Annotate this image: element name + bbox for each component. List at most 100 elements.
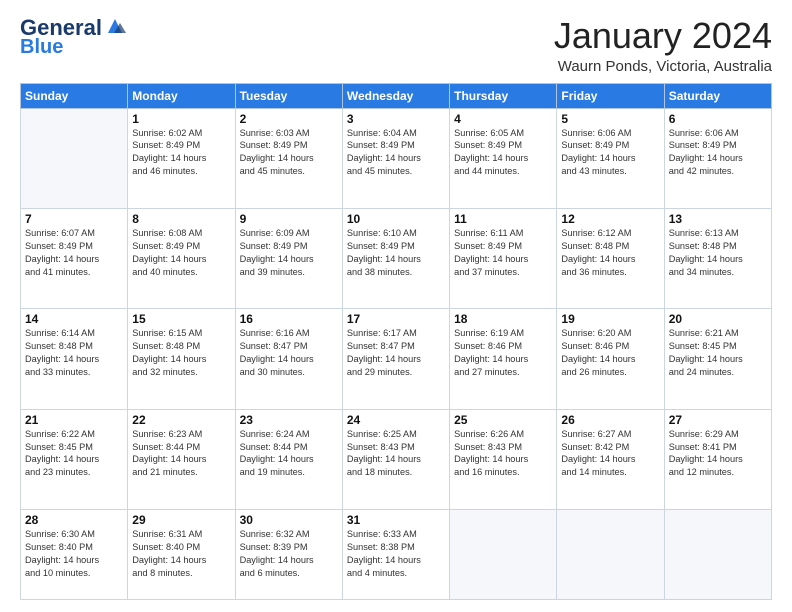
cell-info-line: Daylight: 14 hours (132, 554, 230, 567)
cell-info-line: Sunrise: 6:10 AM (347, 227, 445, 240)
calendar-cell: 30Sunrise: 6:32 AMSunset: 8:39 PMDayligh… (235, 510, 342, 600)
cell-info-line: Daylight: 14 hours (454, 353, 552, 366)
weekday-header: Tuesday (235, 83, 342, 108)
cell-info-line: and 8 minutes. (132, 567, 230, 580)
cell-info-line: Sunset: 8:48 PM (132, 340, 230, 353)
day-number: 31 (347, 513, 445, 527)
cell-info-line: Sunset: 8:40 PM (132, 541, 230, 554)
calendar-cell: 4Sunrise: 6:05 AMSunset: 8:49 PMDaylight… (450, 108, 557, 208)
cell-info-line: Daylight: 14 hours (240, 554, 338, 567)
cell-info-line: Sunrise: 6:03 AM (240, 127, 338, 140)
cell-info-line: and 26 minutes. (561, 366, 659, 379)
weekday-header: Friday (557, 83, 664, 108)
cell-info-line: and 33 minutes. (25, 366, 123, 379)
cell-info-line: Sunrise: 6:32 AM (240, 528, 338, 541)
cell-info-line: and 12 minutes. (669, 466, 767, 479)
cell-info-line: and 41 minutes. (25, 266, 123, 279)
cell-info-line: Sunrise: 6:24 AM (240, 428, 338, 441)
calendar-cell: 29Sunrise: 6:31 AMSunset: 8:40 PMDayligh… (128, 510, 235, 600)
logo-blue: Blue (20, 36, 63, 58)
day-number: 29 (132, 513, 230, 527)
cell-info-line: Sunrise: 6:09 AM (240, 227, 338, 240)
calendar-cell (664, 510, 771, 600)
cell-info-line: Daylight: 14 hours (132, 253, 230, 266)
title-block: January 2024 Waurn Ponds, Victoria, Aust… (554, 16, 772, 75)
cell-info-line: and 45 minutes. (240, 165, 338, 178)
cell-info-line: Sunset: 8:49 PM (347, 240, 445, 253)
calendar-week-row: 7Sunrise: 6:07 AMSunset: 8:49 PMDaylight… (21, 208, 772, 308)
page: General Blue January 2024 Waurn Ponds, V… (0, 0, 792, 612)
cell-info-line: and 10 minutes. (25, 567, 123, 580)
cell-info-line: and 23 minutes. (25, 466, 123, 479)
cell-info-line: Daylight: 14 hours (561, 353, 659, 366)
cell-info-line: Sunset: 8:49 PM (347, 139, 445, 152)
cell-info-line: Daylight: 14 hours (561, 253, 659, 266)
cell-info-line: Sunset: 8:49 PM (240, 139, 338, 152)
cell-info-line: Sunset: 8:49 PM (132, 139, 230, 152)
calendar-cell: 22Sunrise: 6:23 AMSunset: 8:44 PMDayligh… (128, 409, 235, 509)
cell-info-line: and 45 minutes. (347, 165, 445, 178)
cell-info-line: Sunset: 8:45 PM (25, 441, 123, 454)
cell-info-line: Daylight: 14 hours (454, 253, 552, 266)
calendar-cell (450, 510, 557, 600)
weekday-header: Sunday (21, 83, 128, 108)
calendar-cell: 27Sunrise: 6:29 AMSunset: 8:41 PMDayligh… (664, 409, 771, 509)
calendar-week-row: 21Sunrise: 6:22 AMSunset: 8:45 PMDayligh… (21, 409, 772, 509)
day-number: 3 (347, 112, 445, 126)
cell-info-line: Daylight: 14 hours (669, 453, 767, 466)
cell-info-line: Sunrise: 6:06 AM (669, 127, 767, 140)
day-number: 18 (454, 312, 552, 326)
weekday-row: SundayMondayTuesdayWednesdayThursdayFrid… (21, 83, 772, 108)
weekday-header: Saturday (664, 83, 771, 108)
cell-info-line: Sunset: 8:41 PM (669, 441, 767, 454)
cell-info-line: Sunset: 8:45 PM (669, 340, 767, 353)
day-number: 26 (561, 413, 659, 427)
calendar-table: SundayMondayTuesdayWednesdayThursdayFrid… (20, 83, 772, 600)
cell-info-line: Sunset: 8:42 PM (561, 441, 659, 454)
cell-info-line: Sunset: 8:46 PM (561, 340, 659, 353)
cell-info-line: Daylight: 14 hours (25, 554, 123, 567)
cell-info-line: Daylight: 14 hours (347, 453, 445, 466)
calendar-cell: 14Sunrise: 6:14 AMSunset: 8:48 PMDayligh… (21, 309, 128, 409)
cell-info-line: Sunrise: 6:11 AM (454, 227, 552, 240)
cell-info-line: Sunset: 8:43 PM (347, 441, 445, 454)
cell-info-line: Sunrise: 6:07 AM (25, 227, 123, 240)
cell-info-line: and 4 minutes. (347, 567, 445, 580)
calendar-cell: 26Sunrise: 6:27 AMSunset: 8:42 PMDayligh… (557, 409, 664, 509)
calendar-cell: 13Sunrise: 6:13 AMSunset: 8:48 PMDayligh… (664, 208, 771, 308)
cell-info-line: and 30 minutes. (240, 366, 338, 379)
logo-icon (104, 15, 126, 37)
calendar-cell: 21Sunrise: 6:22 AMSunset: 8:45 PMDayligh… (21, 409, 128, 509)
day-number: 21 (25, 413, 123, 427)
cell-info-line: Daylight: 14 hours (669, 253, 767, 266)
cell-info-line: Daylight: 14 hours (454, 152, 552, 165)
calendar-cell: 15Sunrise: 6:15 AMSunset: 8:48 PMDayligh… (128, 309, 235, 409)
calendar-cell: 17Sunrise: 6:17 AMSunset: 8:47 PMDayligh… (342, 309, 449, 409)
calendar-cell: 25Sunrise: 6:26 AMSunset: 8:43 PMDayligh… (450, 409, 557, 509)
cell-info-line: Daylight: 14 hours (132, 152, 230, 165)
calendar-cell: 23Sunrise: 6:24 AMSunset: 8:44 PMDayligh… (235, 409, 342, 509)
cell-info-line: and 44 minutes. (454, 165, 552, 178)
cell-info-line: Sunrise: 6:26 AM (454, 428, 552, 441)
calendar-cell: 7Sunrise: 6:07 AMSunset: 8:49 PMDaylight… (21, 208, 128, 308)
cell-info-line: Daylight: 14 hours (132, 453, 230, 466)
calendar-cell: 18Sunrise: 6:19 AMSunset: 8:46 PMDayligh… (450, 309, 557, 409)
cell-info-line: Sunset: 8:49 PM (454, 240, 552, 253)
cell-info-line: and 40 minutes. (132, 266, 230, 279)
weekday-header: Wednesday (342, 83, 449, 108)
day-number: 16 (240, 312, 338, 326)
cell-info-line: Sunrise: 6:20 AM (561, 327, 659, 340)
location: Waurn Ponds, Victoria, Australia (554, 58, 772, 75)
day-number: 19 (561, 312, 659, 326)
cell-info-line: Sunrise: 6:21 AM (669, 327, 767, 340)
cell-info-line: Daylight: 14 hours (25, 453, 123, 466)
day-number: 7 (25, 212, 123, 226)
calendar-cell: 31Sunrise: 6:33 AMSunset: 8:38 PMDayligh… (342, 510, 449, 600)
cell-info-line: Sunset: 8:44 PM (240, 441, 338, 454)
cell-info-line: Sunset: 8:48 PM (669, 240, 767, 253)
cell-info-line: Sunrise: 6:08 AM (132, 227, 230, 240)
day-number: 6 (669, 112, 767, 126)
day-number: 4 (454, 112, 552, 126)
calendar-week-row: 1Sunrise: 6:02 AMSunset: 8:49 PMDaylight… (21, 108, 772, 208)
logo: General Blue (20, 16, 126, 58)
